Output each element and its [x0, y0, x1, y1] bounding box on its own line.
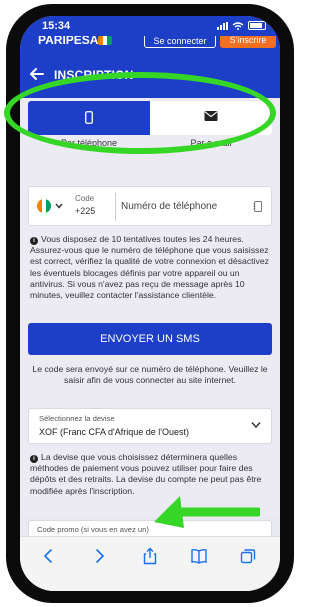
status-bar: 15:34 [20, 16, 280, 36]
forward-icon[interactable] [90, 547, 108, 565]
signup-button[interactable]: S'inscrire [220, 36, 276, 48]
modal-header: INSCRIPTION [20, 50, 280, 98]
code-label: Code [75, 194, 95, 203]
back-icon[interactable] [40, 547, 58, 565]
envelope-icon [204, 111, 218, 121]
login-button[interactable]: Se connecter [144, 36, 216, 48]
currency-select[interactable]: Sélectionnez la devise XOF (Franc CFA d'… [28, 408, 272, 444]
promo-label: Code promo (si vous en avez un) [37, 525, 149, 534]
info-icon: i [30, 455, 38, 463]
status-icons [217, 21, 266, 30]
language-flag-icon[interactable] [98, 36, 112, 45]
phone-number-input[interactable] [121, 187, 251, 225]
phone-frame: 15:34 PARIPESA Se connecter S'inscrire I… [0, 0, 300, 607]
status-time: 15:34 [42, 20, 71, 32]
tab-email-label[interactable]: Par e-mail [150, 138, 272, 148]
annotation-arrow [154, 496, 260, 528]
registration-tabs [28, 101, 272, 135]
contacts-icon[interactable] [253, 201, 263, 212]
share-icon[interactable] [141, 547, 159, 565]
attempts-info: i Vous disposez de 10 tentatives toutes l… [30, 234, 272, 301]
send-sms-button[interactable]: ENVOYER UN SMS [28, 323, 272, 355]
site-header: PARIPESA Se connecter S'inscrire [20, 36, 280, 50]
tabs-icon[interactable] [239, 547, 257, 565]
currency-value: XOF (Franc CFA d'Afrique de l'Ouest) [39, 427, 189, 437]
currency-label: Sélectionnez la devise [39, 414, 115, 423]
browser-toolbar [20, 536, 280, 591]
back-arrow-icon[interactable] [30, 68, 44, 80]
country-code-selector[interactable] [37, 199, 63, 213]
tab-phone[interactable] [28, 101, 150, 135]
bookmarks-icon[interactable] [190, 547, 208, 565]
registration-form: Par téléphone Par e-mail Code +225 Numér… [20, 98, 280, 518]
sms-note: Le code sera envoyé sur ce numéro de tél… [32, 364, 268, 386]
tab-phone-label[interactable]: Par téléphone [28, 138, 150, 148]
info-icon: i [30, 237, 38, 245]
chevron-down-icon [55, 203, 63, 209]
brand-logo[interactable]: PARIPESA [38, 36, 98, 47]
modal-title: INSCRIPTION [54, 68, 134, 82]
phone-number-field: Code +225 [28, 186, 272, 226]
tab-email[interactable] [150, 101, 272, 135]
ivory-coast-flag-icon [37, 199, 51, 213]
chevron-down-icon [251, 422, 261, 429]
field-divider [115, 193, 116, 221]
signal-icon [217, 21, 228, 30]
code-value: +225 [75, 206, 96, 216]
battery-icon [248, 21, 266, 30]
phone-icon [85, 111, 93, 124]
wifi-icon [232, 21, 244, 30]
attempts-info-text: Vous disposez de 10 tentatives toutes le… [30, 234, 270, 301]
